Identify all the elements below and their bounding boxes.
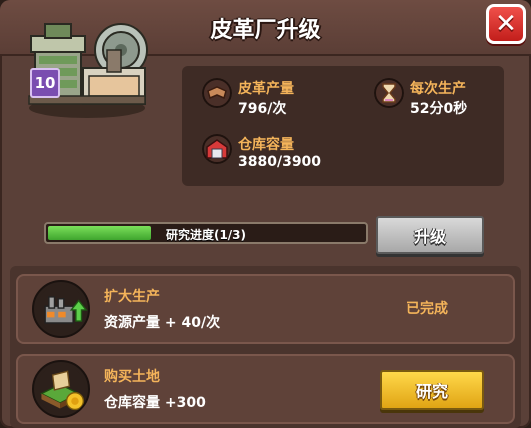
- level-badge: 10: [30, 68, 60, 98]
- upgrade-dialog: 皮革厂升级 ✕ 10 皮革产量 796/次 每次生产 52分0秒 仓库容量 38…: [0, 0, 531, 428]
- leather-icon: [202, 78, 232, 108]
- stats-panel: 皮革产量 796/次 每次生产 52分0秒 仓库容量 3880/3900: [182, 66, 504, 186]
- upgrade-button-label: 升级: [413, 227, 446, 246]
- research-item: 扩大生产 资源产量 + 40/次 已完成: [16, 274, 515, 344]
- research-item: 购买土地 仓库容量 +300 研究: [16, 354, 515, 424]
- research-item-name: 扩大生产: [104, 289, 160, 305]
- research-item-desc: 仓库容量 +300: [104, 395, 206, 411]
- stat-production-value: 796/次: [238, 101, 287, 117]
- factory-icon: [32, 280, 90, 338]
- upgrade-button[interactable]: 升级: [376, 216, 484, 254]
- tannery-building-icon: [28, 23, 148, 118]
- stat-interval-value: 52分0秒: [410, 101, 468, 117]
- close-button[interactable]: ✕: [486, 4, 526, 44]
- warehouse-icon: [202, 134, 232, 164]
- hourglass-icon: [374, 78, 404, 108]
- stat-interval-label: 每次生产: [410, 81, 466, 97]
- stat-storage-label: 仓库容量: [238, 137, 294, 153]
- research-progress-bar: 研究进度(1/3): [44, 222, 368, 244]
- research-item-status: 已完成: [406, 301, 448, 317]
- research-item-name: 购买土地: [104, 369, 160, 385]
- close-icon: ✕: [495, 9, 517, 39]
- stat-storage-value: 3880/3900: [238, 154, 322, 170]
- stat-production-label: 皮革产量: [238, 81, 294, 97]
- research-item-desc: 资源产量 + 40/次: [104, 315, 221, 331]
- research-button[interactable]: 研究: [380, 370, 484, 410]
- land-coin-icon: [32, 360, 90, 418]
- research-progress-text: 研究进度(1/3): [165, 228, 247, 242]
- research-button-label: 研究: [415, 382, 448, 401]
